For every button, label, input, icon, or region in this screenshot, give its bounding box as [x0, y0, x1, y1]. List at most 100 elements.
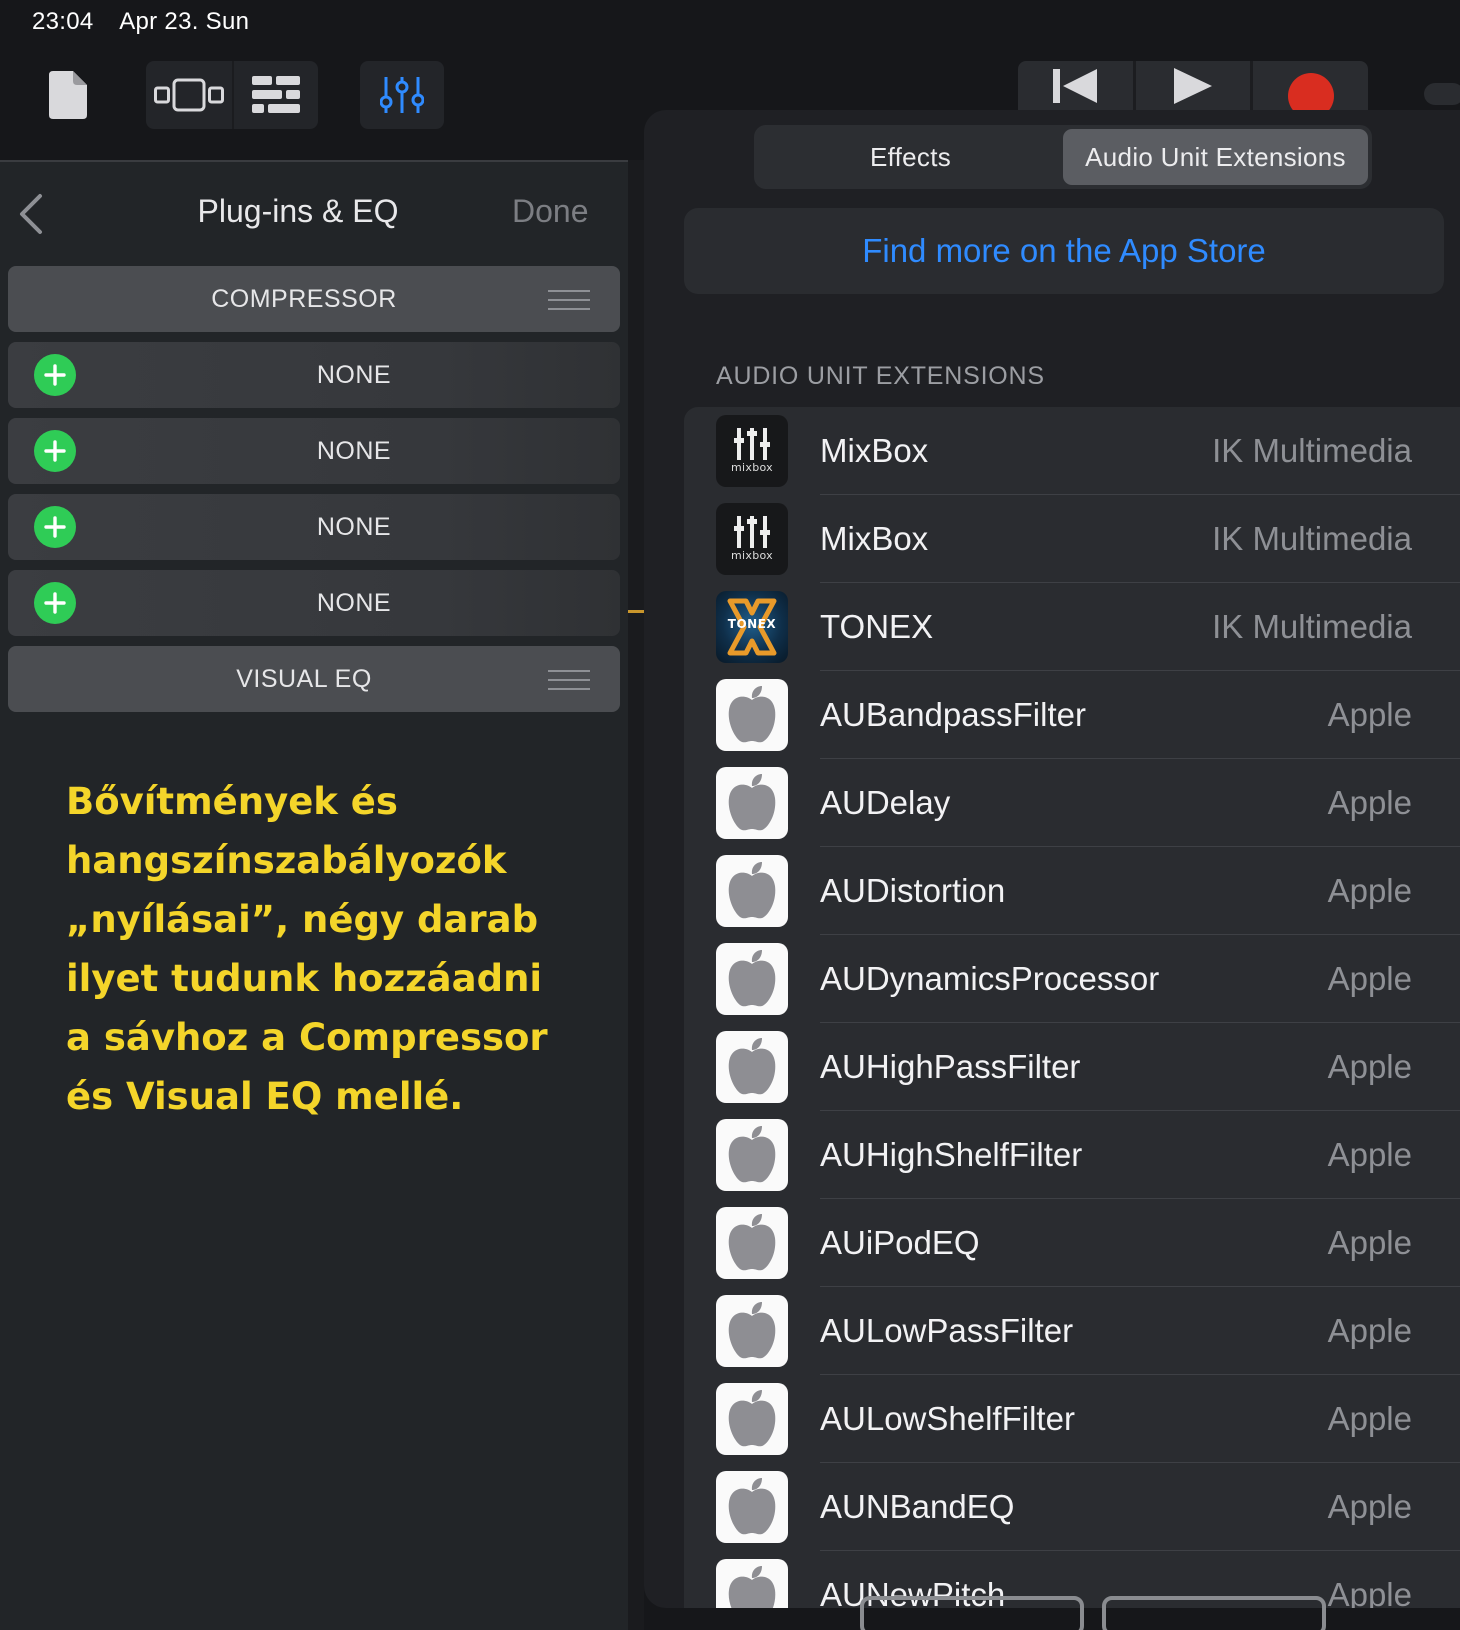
extension-row[interactable]: mixbox MixBox IK Multimedia	[684, 407, 1460, 495]
tonex-icon: TONEX	[716, 591, 788, 663]
extension-vendor: IK Multimedia	[1212, 520, 1412, 557]
extension-name: MixBox	[820, 520, 929, 557]
extension-name: AULowPassFilter	[820, 1312, 1074, 1349]
annotation-line: ilyet tudunk hozzáadni	[66, 957, 543, 1000]
extension-row[interactable]: AULowShelfFilter Apple	[684, 1375, 1460, 1463]
extension-vendor: Apple	[1327, 960, 1412, 997]
plugin-slot-label: NONE	[316, 360, 392, 389]
plugin-slot-2[interactable]: NONE	[8, 418, 620, 484]
add-plugin-icon[interactable]	[34, 506, 76, 548]
mixbox-icon: mixbox	[716, 415, 788, 487]
tonex-wordmark: TONEX	[727, 617, 777, 631]
reorder-handle-icon[interactable]	[548, 290, 590, 310]
mixbox-icon: mixbox	[716, 503, 788, 575]
extension-row[interactable]: AUBandpassFilter Apple	[684, 671, 1460, 759]
apple-icon	[716, 1119, 788, 1191]
apple-icon	[716, 943, 788, 1015]
status-bar: 23:04 Apr 23. Sun	[32, 8, 269, 36]
extension-vendor: Apple	[1327, 872, 1412, 909]
extension-row[interactable]: AUNBandEQ Apple	[684, 1463, 1460, 1551]
browser-view-button[interactable]	[146, 61, 232, 129]
mixer-button[interactable]	[360, 61, 444, 129]
extension-vendor: IK Multimedia	[1212, 432, 1412, 469]
annotation-line: a sávhoz a Compressor	[66, 1016, 548, 1059]
apple-icon	[716, 1559, 788, 1608]
bottom-control[interactable]	[1102, 1596, 1326, 1630]
extension-row[interactable]: AULowPassFilter Apple	[684, 1287, 1460, 1375]
apple-icon	[716, 1383, 788, 1455]
play-button[interactable]	[1136, 61, 1254, 111]
mixer-icon	[380, 77, 424, 113]
extension-name: AULowShelfFilter	[820, 1400, 1075, 1437]
extension-name: AUHighPassFilter	[820, 1048, 1081, 1085]
apple-icon	[716, 1295, 788, 1367]
visual-eq-slot[interactable]: VISUAL EQ	[8, 646, 620, 712]
annotation-line: hangszínszabályozók	[66, 839, 507, 882]
add-plugin-icon[interactable]	[34, 582, 76, 624]
extension-name: AUDelay	[820, 784, 951, 821]
panel-title: Plug-ins & EQ	[197, 193, 399, 229]
extension-row[interactable]: AUiPodEQ Apple	[684, 1199, 1460, 1287]
apple-icon	[716, 1031, 788, 1103]
visual-eq-label: VISUAL EQ	[236, 664, 372, 693]
tab-effects[interactable]: Effects	[758, 129, 1063, 185]
add-plugin-icon[interactable]	[34, 430, 76, 472]
tracks-view-button[interactable]	[234, 61, 318, 129]
extension-vendor: Apple	[1327, 1048, 1412, 1085]
extension-vendor: Apple	[1327, 1400, 1412, 1437]
extension-row[interactable]: AUDelay Apple	[684, 759, 1460, 847]
plugin-slot-1[interactable]: NONE	[8, 342, 620, 408]
extension-row[interactable]: TONEX TONEX IK Multimedia	[684, 583, 1460, 671]
extension-vendor: Apple	[1327, 1576, 1412, 1608]
record-button[interactable]	[1253, 61, 1368, 119]
extension-vendor: Apple	[1327, 1224, 1412, 1261]
apple-icon	[716, 679, 788, 751]
document-button[interactable]	[46, 70, 90, 120]
extension-row[interactable]: AUHighShelfFilter Apple	[684, 1111, 1460, 1199]
status-date: Apr 23. Sun	[119, 8, 250, 35]
extension-name: MixBox	[820, 432, 929, 469]
playhead-marker	[628, 610, 644, 613]
compressor-label: COMPRESSOR	[211, 284, 397, 313]
extension-row[interactable]: mixbox MixBox IK Multimedia	[684, 495, 1460, 583]
app-store-link[interactable]: Find more on the App Store	[684, 208, 1444, 294]
extension-row[interactable]: AUHighPassFilter Apple	[684, 1023, 1460, 1111]
extension-vendor: Apple	[1327, 784, 1412, 821]
compressor-slot[interactable]: COMPRESSOR	[8, 266, 620, 332]
plugin-picker-popover: Effects Audio Unit Extensions Find more …	[644, 110, 1460, 1608]
extension-name: AUBandpassFilter	[820, 696, 1086, 733]
tab-audio-unit-extensions[interactable]: Audio Unit Extensions	[1063, 129, 1368, 185]
extension-name: AUDynamicsProcessor	[820, 960, 1160, 997]
extension-vendor: Apple	[1327, 696, 1412, 733]
transport-controls	[1018, 61, 1368, 119]
annotation-text: Bővítmények és hangszínszabályozók „nyíl…	[66, 772, 626, 1126]
status-time: 23:04	[32, 8, 94, 35]
panel-top-border	[0, 160, 628, 162]
annotation-line: „nyílásai”, négy darab	[66, 898, 539, 941]
mixbox-wordmark: mixbox	[731, 549, 773, 562]
browser-view-icon	[154, 78, 224, 112]
reorder-handle-icon[interactable]	[548, 670, 590, 690]
extension-row[interactable]: AUDistortion Apple	[684, 847, 1460, 935]
extension-name: AUHighShelfFilter	[820, 1136, 1083, 1173]
document-icon	[49, 71, 87, 119]
extension-vendor: Apple	[1327, 1312, 1412, 1349]
plugin-slot-4[interactable]: NONE	[8, 570, 620, 636]
extension-name: AUDistortion	[820, 872, 1006, 909]
extension-vendor: IK Multimedia	[1212, 608, 1412, 645]
bottom-control[interactable]	[860, 1596, 1084, 1630]
toolbar-overflow-pill[interactable]	[1424, 83, 1460, 105]
section-header: AUDIO UNIT EXTENSIONS	[716, 362, 1045, 390]
mixbox-wordmark: mixbox	[731, 461, 773, 474]
plugin-slot-3[interactable]: NONE	[8, 494, 620, 560]
play-icon	[1174, 68, 1212, 104]
done-button[interactable]: Done	[512, 193, 589, 230]
add-plugin-icon[interactable]	[34, 354, 76, 396]
rewind-button[interactable]	[1018, 61, 1136, 111]
apple-icon	[716, 855, 788, 927]
annotation-line: Bővítmények és	[66, 780, 398, 823]
tracks-view-icon	[252, 76, 300, 113]
extension-vendor: Apple	[1327, 1136, 1412, 1173]
plugin-slot-label: NONE	[316, 436, 392, 465]
extension-row[interactable]: AUDynamicsProcessor Apple	[684, 935, 1460, 1023]
